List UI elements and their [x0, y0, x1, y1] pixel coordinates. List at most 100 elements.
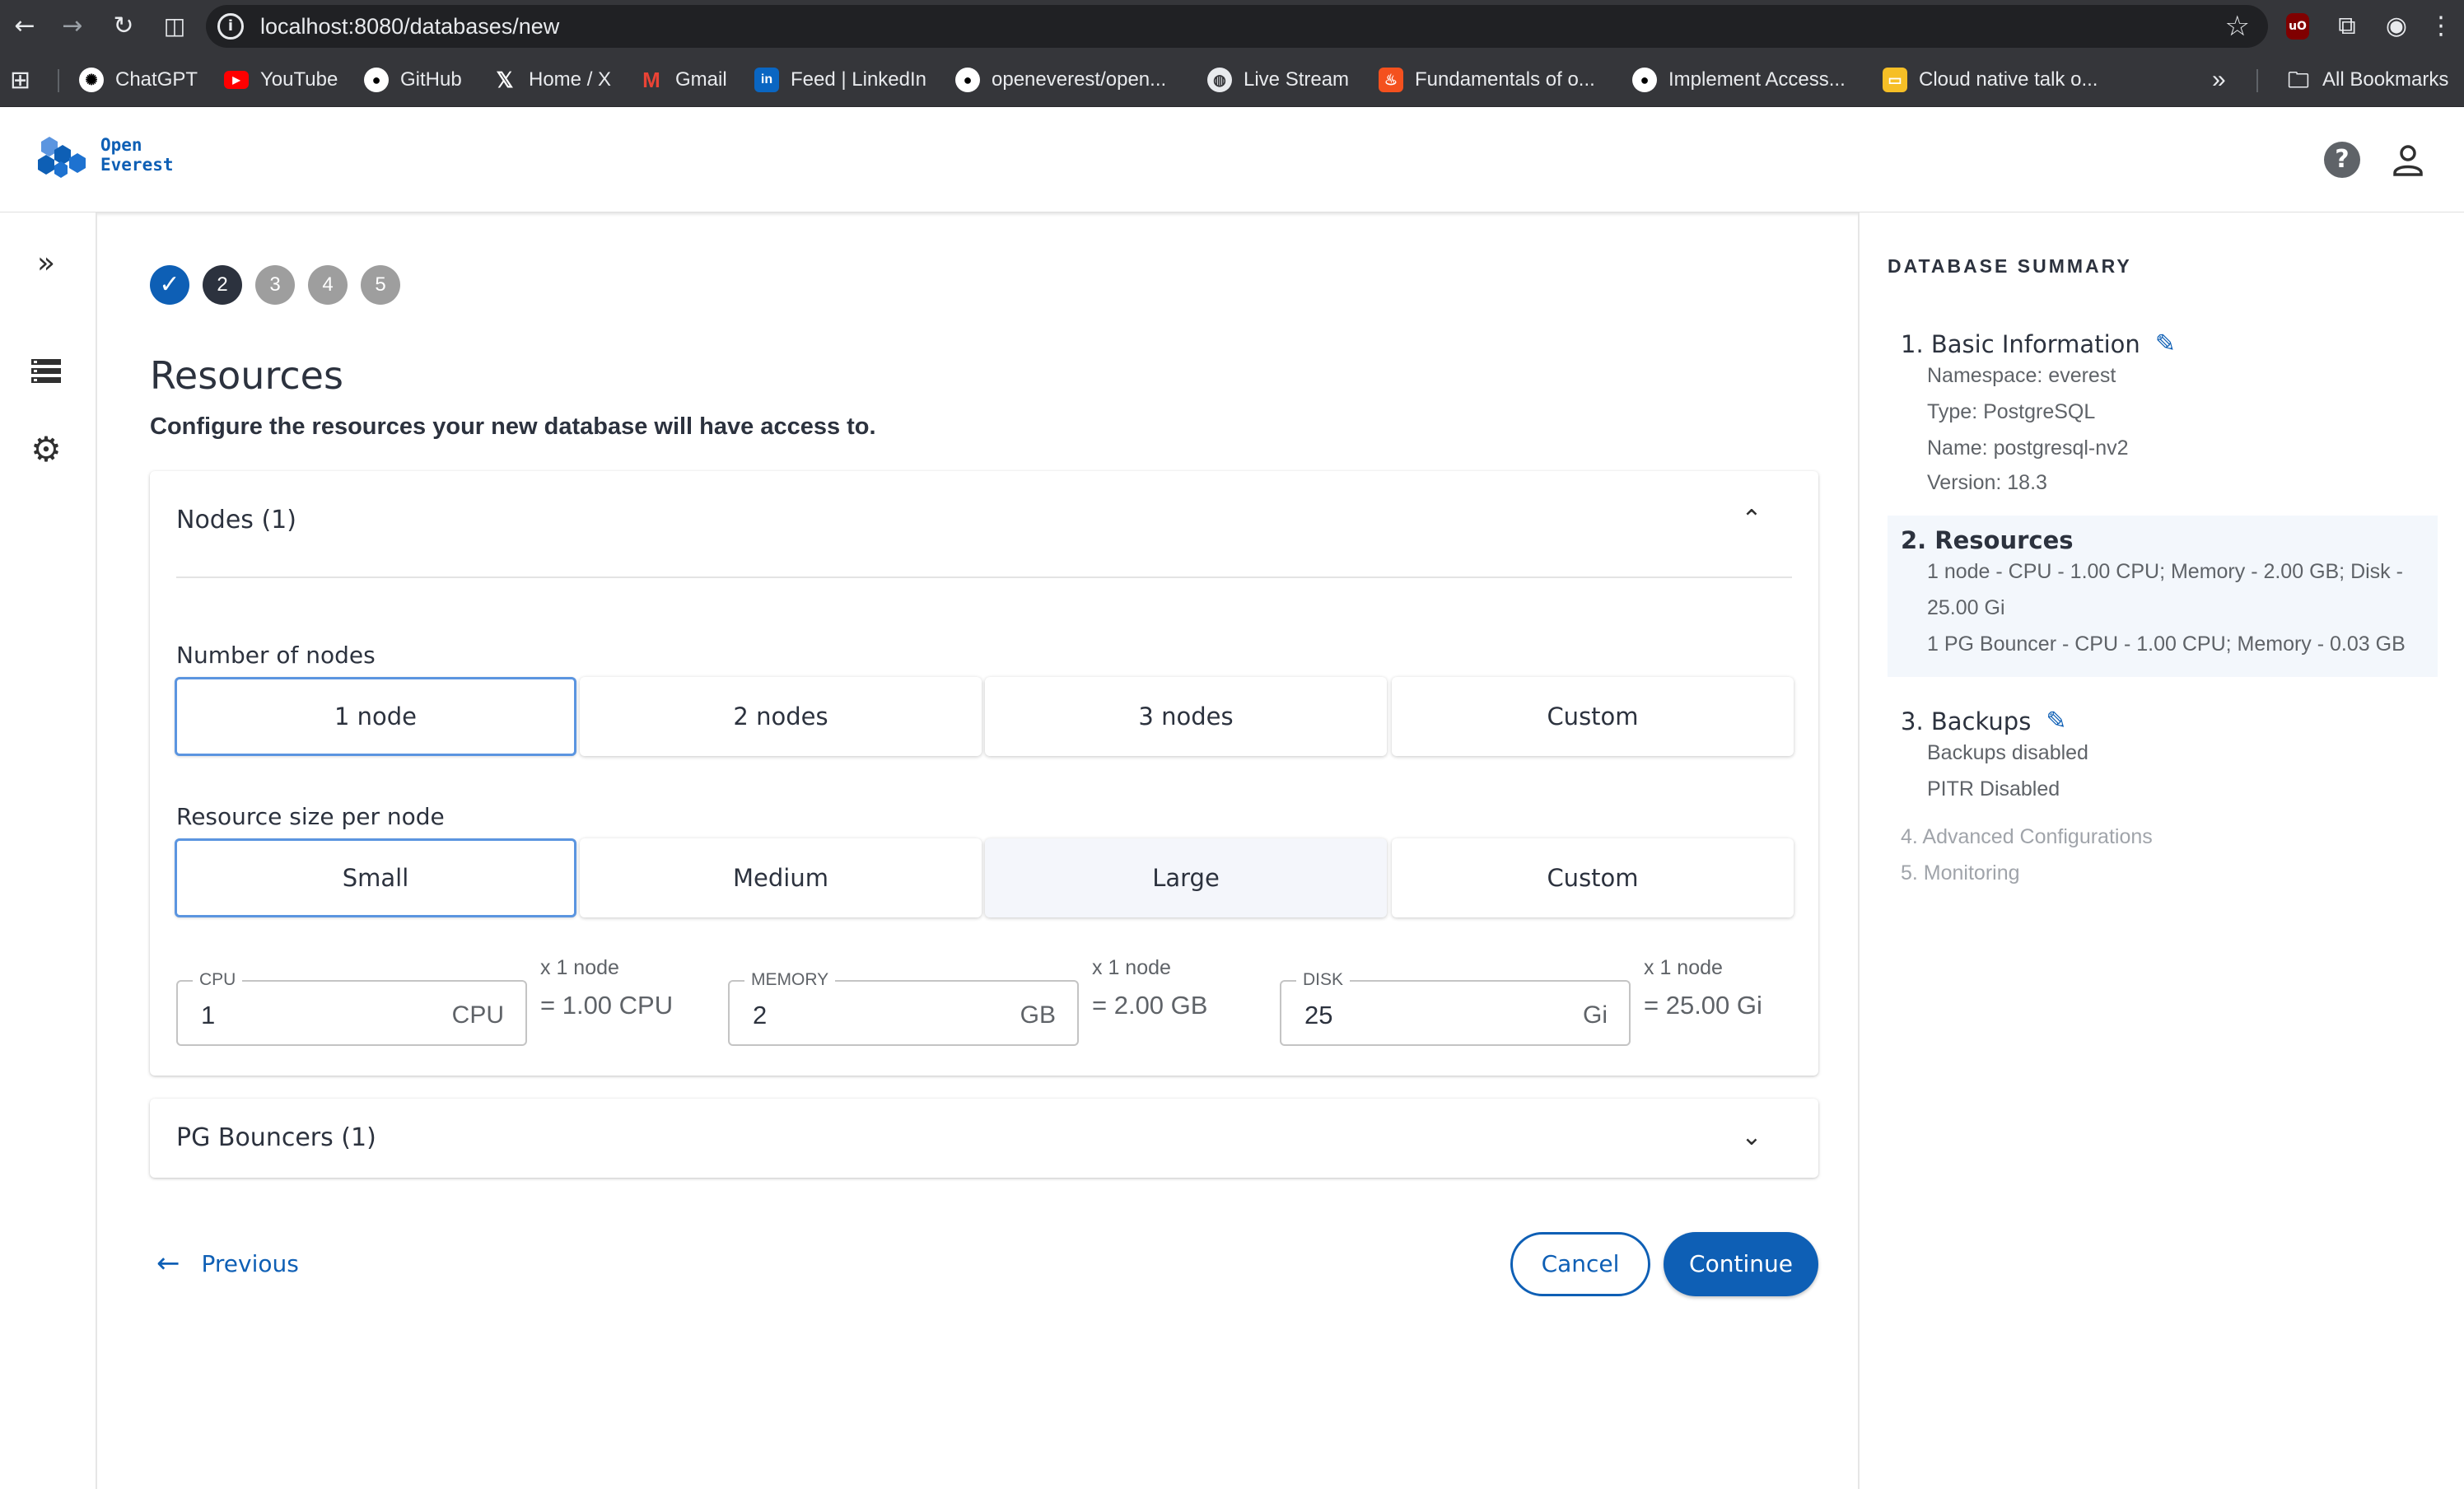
cpu-input[interactable]: CPU 1 CPU	[176, 970, 527, 1046]
cancel-button[interactable]: Cancel	[1510, 1232, 1650, 1296]
profile-icon[interactable]: ◉	[2380, 10, 2413, 43]
bookmark-implement-access[interactable]: ● Implement Access...	[1632, 64, 1846, 96]
app-header: Open Everest ?	[0, 107, 2464, 212]
bookmark-youtube[interactable]: ▶ YouTube	[224, 64, 338, 96]
github-icon: ●	[364, 68, 389, 92]
disk-multiplier: x 1 node	[1644, 956, 1723, 979]
database-summary-panel: DATABASE SUMMARY 1. Basic Information ✎ …	[1858, 212, 2464, 1489]
summary-resources-line-1: 1 node - CPU - 1.00 CPU; Memory - 2.00 G…	[1927, 560, 2403, 583]
reload-icon[interactable]: ↻	[107, 10, 140, 43]
summary-version: Version: 18.3	[1927, 471, 2047, 494]
disk-input[interactable]: DISK 25 Gi	[1280, 970, 1631, 1046]
memory-input-label: MEMORY	[744, 970, 836, 990]
bookmarks-overflow-icon[interactable]: »	[2212, 64, 2226, 96]
ublock-extension-icon[interactable]: uO	[2286, 13, 2309, 40]
bookmark-live-stream[interactable]: ◍ Live Stream	[1207, 64, 1349, 96]
chevron-down-icon[interactable]: ⌄	[1739, 1125, 1764, 1150]
back-arrow-icon[interactable]: ←	[8, 10, 41, 43]
memory-input[interactable]: MEMORY 2 GB	[728, 970, 1079, 1046]
expand-sidebar-icon[interactable]: »	[28, 245, 64, 282]
nodes-option-2-nodes[interactable]: 2 nodes	[580, 677, 982, 756]
page-subtitle: Configure the resources your new databas…	[150, 413, 876, 440]
step-5: 5	[361, 265, 400, 305]
cpu-multiplier: x 1 node	[540, 956, 619, 979]
summary-namespace: Namespace: everest	[1927, 364, 2116, 387]
x-icon: 𝕏	[496, 68, 514, 92]
apps-grid-icon[interactable]: ⊞	[10, 64, 30, 96]
linkedin-icon: in	[754, 68, 779, 92]
github-icon: ●	[1632, 68, 1657, 92]
pg-bouncers-accordion[interactable]: PG Bouncers (1) ⌄	[150, 1099, 1818, 1178]
cpu-input-unit: CPU	[451, 1001, 504, 1029]
summary-backups-status: Backups disabled	[1927, 741, 2088, 764]
nodes-accordion: Nodes (1) ⌃ Number of nodes 1 node 2 nod…	[150, 471, 1818, 1076]
size-option-custom[interactable]: Custom	[1392, 838, 1794, 917]
bookmark-gmail[interactable]: M Gmail	[639, 64, 727, 96]
size-option-small[interactable]: Small	[175, 838, 576, 917]
site-info-icon[interactable]: i	[217, 13, 244, 40]
bookmarks-separator	[2256, 69, 2258, 92]
side-panel-icon[interactable]: ◫	[158, 10, 191, 43]
disk-input-label: DISK	[1296, 970, 1351, 990]
extensions-puzzle-icon[interactable]: ⧉	[2331, 10, 2364, 43]
summary-advanced-config: 4. Advanced Configurations	[1901, 825, 2153, 848]
browser-menu-icon[interactable]: ⋮	[2424, 10, 2457, 43]
bookmark-x[interactable]: 𝕏 Home / X	[492, 64, 612, 96]
user-account-icon[interactable]	[2390, 142, 2426, 178]
continue-button[interactable]: Continue	[1664, 1232, 1818, 1296]
disk-input-unit: Gi	[1583, 1001, 1608, 1029]
logo-text: Open Everest	[100, 135, 174, 175]
settings-gear-icon[interactable]: ⚙	[28, 432, 64, 468]
flame-icon: ♨	[1379, 68, 1403, 92]
help-icon[interactable]: ?	[2324, 142, 2360, 178]
url-text[interactable]: localhost:8080/databases/new	[260, 13, 559, 40]
bookmark-linkedin[interactable]: in Feed | LinkedIn	[754, 64, 926, 96]
summary-resources-line-3: 1 PG Bouncer - CPU - 1.00 CPU; Memory - …	[1927, 632, 2406, 656]
page-title: Resources	[150, 353, 343, 398]
globe-icon: ◍	[1207, 68, 1232, 92]
summary-pitr-status: PITR Disabled	[1927, 777, 2060, 801]
chevron-up-icon[interactable]: ⌃	[1739, 507, 1764, 532]
size-option-large[interactable]: Large	[985, 838, 1387, 917]
memory-total: = 2.00 GB	[1092, 991, 1208, 1020]
nodes-option-1-node[interactable]: 1 node	[175, 677, 576, 756]
arrow-left-icon: ←	[156, 1247, 180, 1280]
summary-basic-info-title: 1. Basic Information ✎	[1901, 329, 2176, 359]
left-navigation-rail: » ⚙	[0, 212, 97, 1489]
bookmarks-separator	[58, 69, 59, 92]
nodes-accordion-title[interactable]: Nodes (1)	[176, 504, 296, 537]
all-bookmarks[interactable]: 🗀 All Bookmarks	[2286, 64, 2448, 96]
edit-pencil-icon[interactable]: ✎	[2155, 329, 2176, 359]
previous-button[interactable]: ← Previous	[156, 1247, 299, 1280]
accordion-divider	[176, 576, 1792, 578]
step-1-complete-check-icon: ✓	[150, 265, 189, 305]
size-option-medium[interactable]: Medium	[580, 838, 982, 917]
forward-arrow-icon[interactable]: →	[56, 10, 89, 43]
pg-bouncers-accordion-title[interactable]: PG Bouncers (1)	[176, 1122, 376, 1155]
cpu-input-label: CPU	[193, 970, 243, 990]
bookmarks-bar: ⊞ ✺ ChatGPT ▶ YouTube ● GitHub 𝕏 Home / X MG…	[0, 53, 2464, 107]
bookmark-star-icon[interactable]: ☆	[2225, 10, 2250, 43]
memory-input-value[interactable]: 2	[753, 1000, 767, 1031]
edit-pencil-icon[interactable]: ✎	[2046, 707, 2066, 736]
folder-icon: 🗀	[2287, 68, 2309, 92]
step-3: 3	[255, 265, 295, 305]
openeverest-logo-icon[interactable]	[35, 133, 92, 180]
bookmark-fundamentals[interactable]: ♨ Fundamentals of o...	[1379, 64, 1595, 96]
step-2-active: 2	[203, 265, 242, 305]
summary-monitoring: 5. Monitoring	[1901, 861, 2020, 885]
bookmark-cloud-native[interactable]: ▭ Cloud native talk o...	[1883, 64, 2098, 96]
bookmark-chatgpt[interactable]: ✺ ChatGPT	[79, 64, 198, 96]
nodes-option-custom[interactable]: Custom	[1392, 677, 1794, 756]
disk-input-value[interactable]: 25	[1304, 1000, 1332, 1031]
memory-input-unit: GB	[1020, 1001, 1056, 1029]
cpu-input-value[interactable]: 1	[201, 1000, 215, 1031]
databases-list-icon[interactable]	[28, 352, 64, 389]
bookmark-github[interactable]: ● GitHub	[364, 64, 462, 96]
bookmark-openeverest[interactable]: ● openeverest/open...	[955, 64, 1166, 96]
summary-backups-title: 3. Backups ✎	[1901, 707, 2067, 736]
summary-type: Type: PostgreSQL	[1927, 400, 2096, 423]
address-bar[interactable]: i localhost:8080/databases/new ☆	[206, 5, 2268, 48]
disk-total: = 25.00 Gi	[1644, 991, 1762, 1020]
nodes-option-3-nodes[interactable]: 3 nodes	[985, 677, 1387, 756]
